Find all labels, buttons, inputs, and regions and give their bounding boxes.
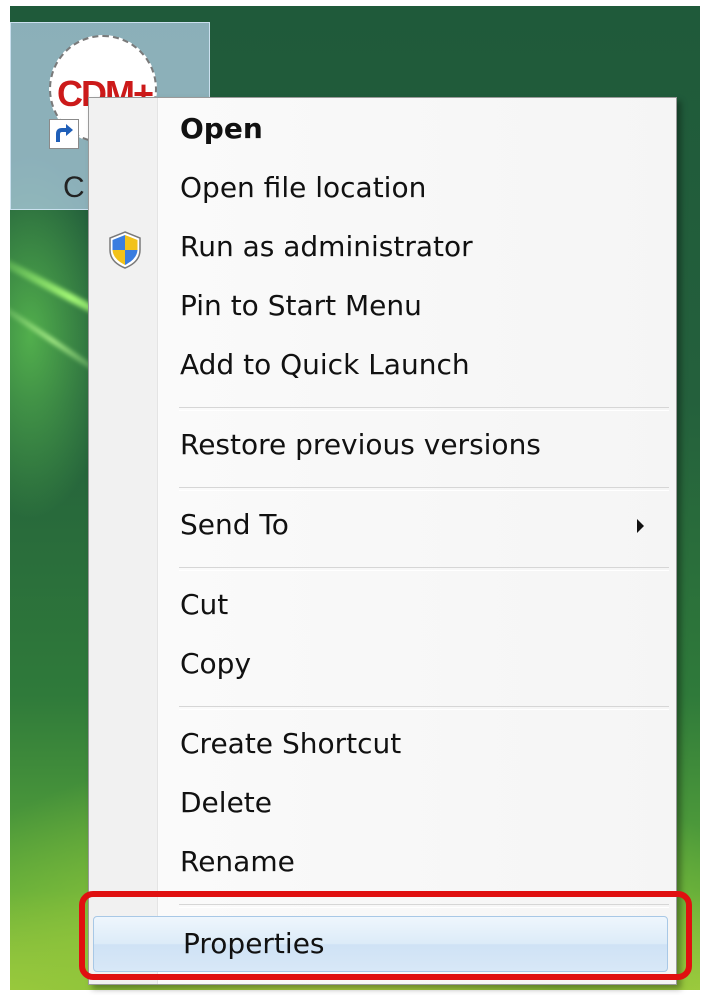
menu-item-label: Run as administrator	[180, 230, 473, 263]
menu-item-label: Cut	[180, 588, 229, 621]
menu-item-label: Pin to Start Menu	[180, 289, 422, 322]
menu-separator	[179, 407, 669, 411]
menu-item-create-shortcut[interactable]: Create Shortcut	[91, 717, 674, 775]
uac-shield-icon	[107, 230, 143, 270]
menu-item-label: Properties	[183, 927, 325, 960]
menu-item-send-to[interactable]: Send To	[91, 498, 674, 556]
menu-item-label: Open	[180, 112, 263, 145]
menu-item-label: Open file location	[180, 171, 427, 204]
menu-item-rename[interactable]: Rename	[91, 835, 674, 893]
menu-item-restore-previous-versions[interactable]: Restore previous versions	[91, 418, 674, 476]
menu-separator	[179, 904, 669, 908]
menu-item-properties[interactable]: Properties	[93, 916, 668, 972]
menu-item-delete[interactable]: Delete	[91, 776, 674, 834]
menu-item-label: Delete	[180, 786, 272, 819]
menu-item-label: Restore previous versions	[180, 428, 541, 461]
menu-item-open-file-location[interactable]: Open file location	[91, 161, 674, 219]
menu-item-add-to-quick-launch[interactable]: Add to Quick Launch	[91, 338, 674, 396]
submenu-arrow-icon	[637, 519, 644, 533]
menu-item-label: Copy	[180, 647, 252, 680]
menu-item-label: Create Shortcut	[180, 727, 402, 760]
menu-item-run-as-administrator[interactable]: Run as administrator	[91, 220, 674, 278]
menu-item-cut[interactable]: Cut	[91, 578, 674, 636]
menu-item-open[interactable]: Open	[91, 102, 674, 160]
menu-item-copy[interactable]: Copy	[91, 637, 674, 695]
menu-item-label: Send To	[180, 508, 289, 541]
menu-separator	[179, 567, 669, 571]
desktop-icon-label: C	[63, 171, 85, 204]
menu-item-label: Add to Quick Launch	[180, 348, 470, 381]
menu-separator	[179, 706, 669, 710]
context-menu: Open Open file location Run as administr…	[88, 97, 677, 985]
shortcut-arrow-icon	[49, 119, 79, 149]
menu-item-label: Rename	[180, 845, 295, 878]
menu-item-pin-to-start-menu[interactable]: Pin to Start Menu	[91, 279, 674, 337]
menu-separator	[179, 487, 669, 491]
